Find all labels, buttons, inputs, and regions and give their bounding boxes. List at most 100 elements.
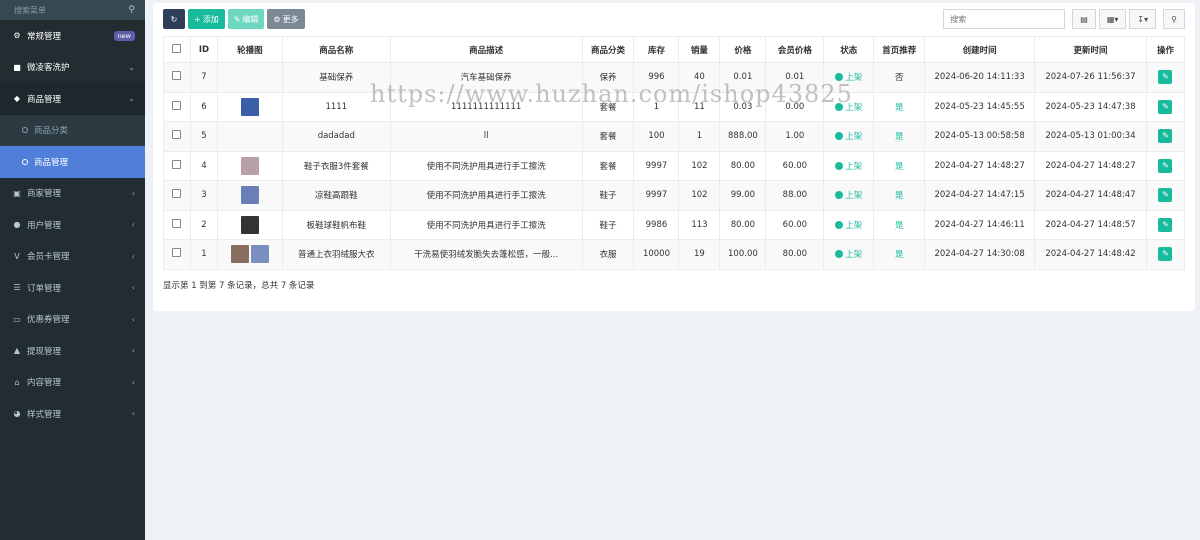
recommend-cell[interactable]: 是 bbox=[873, 150, 926, 181]
table-row[interactable]: 5 dadadad ll 套餐 100 1 888.00 1.00 上架 是 2024-05-13 … bbox=[163, 121, 1186, 152]
status-cell[interactable]: 上架 bbox=[823, 209, 875, 240]
recommend-cell[interactable]: 是 bbox=[873, 239, 926, 270]
thumbnail-image[interactable] bbox=[250, 245, 269, 264]
column-header[interactable]: 会员价格 bbox=[765, 36, 825, 63]
checkbox[interactable] bbox=[172, 248, 182, 258]
thumbnail-image[interactable] bbox=[230, 245, 249, 264]
operate-cell: ✎ bbox=[1145, 91, 1186, 122]
updated-cell: 2024-05-13 01:00:34 bbox=[1034, 121, 1147, 152]
edit-row-button[interactable]: ✎ bbox=[1158, 188, 1173, 203]
search-icon[interactable]: ⚲ bbox=[128, 5, 135, 15]
stock-cell: 9986 bbox=[633, 209, 680, 240]
row-select-cell[interactable] bbox=[163, 180, 191, 211]
checkbox[interactable] bbox=[172, 100, 182, 110]
status-label[interactable]: 上架 bbox=[845, 221, 862, 231]
edit-row-button[interactable]: ✎ bbox=[1158, 129, 1173, 144]
checkbox[interactable] bbox=[172, 159, 182, 169]
price-cell: 100.00 bbox=[719, 239, 767, 270]
row-select-cell[interactable] bbox=[163, 91, 191, 122]
toggle-view-button[interactable]: ▤ bbox=[1072, 9, 1096, 29]
sidebar-item-goods-manage[interactable]: 商品管理 bbox=[0, 146, 145, 178]
row-select-cell[interactable] bbox=[163, 121, 191, 152]
checkbox[interactable] bbox=[172, 189, 182, 199]
thumbnail-image[interactable] bbox=[240, 97, 259, 116]
table-row[interactable]: 2 板鞋球鞋帆布鞋 使用不同洗护用具进行手工擦洗 鞋子 9986 113 80.00 60.0… bbox=[163, 209, 1186, 240]
table-row[interactable]: 4 鞋子衣服3件套餐 使用不同洗护用具进行手工擦洗 套餐 9997 102 80.00 60.… bbox=[163, 150, 1186, 181]
status-cell[interactable]: 上架 bbox=[823, 150, 875, 181]
recommend-cell[interactable]: 是 bbox=[873, 121, 926, 152]
sidebar-item-goods-category[interactable]: 商品分类 bbox=[0, 115, 145, 147]
row-select-cell[interactable] bbox=[163, 62, 191, 93]
columns-button[interactable]: ▦▾ bbox=[1098, 9, 1127, 29]
add-button[interactable]: + 添加 bbox=[188, 9, 225, 29]
sidebar-item-label: 微凌客洗护 bbox=[27, 63, 70, 74]
checkbox[interactable] bbox=[172, 43, 182, 53]
column-header[interactable]: ID bbox=[189, 36, 218, 63]
recommend-label[interactable]: 是 bbox=[895, 162, 904, 172]
edit-button[interactable]: ✎ 编辑 bbox=[227, 9, 265, 29]
sidebar-item-order[interactable]: ☰ 订单管理 ‹ bbox=[0, 272, 145, 304]
sidebar-item-wash[interactable]: ■ 微凌客洗护 ⌄ bbox=[0, 52, 145, 84]
sidebar-item-general[interactable]: ⚙ 常规管理 new bbox=[0, 20, 145, 52]
column-header[interactable]: 更新时间 bbox=[1034, 36, 1147, 63]
sidebar-item-user[interactable]: ● 用户管理 ‹ bbox=[0, 209, 145, 241]
thumbnail-image[interactable] bbox=[240, 156, 259, 175]
sidebar-item-goods[interactable]: ◆ 商品管理 ⌄ bbox=[0, 83, 145, 115]
row-select-cell[interactable] bbox=[163, 209, 191, 240]
checkbox[interactable] bbox=[172, 71, 182, 81]
vip-price-cell: 88.00 bbox=[765, 180, 825, 211]
checkbox[interactable] bbox=[172, 130, 182, 140]
edit-row-button[interactable]: ✎ bbox=[1158, 99, 1173, 114]
sidebar-search-input[interactable]: 搜索菜单 bbox=[14, 5, 46, 16]
edit-row-button[interactable]: ✎ bbox=[1158, 247, 1173, 262]
edit-row-button[interactable]: ✎ bbox=[1158, 217, 1173, 232]
table-row[interactable]: 3 凉鞋高跟鞋 使用不同洗护用具进行手工擦洗 鞋子 9997 102 99.00 88.00 上… bbox=[163, 180, 1186, 211]
status-label[interactable]: 上架 bbox=[845, 132, 862, 142]
column-header[interactable]: 销量 bbox=[678, 36, 721, 63]
status-cell[interactable]: 上架 bbox=[823, 239, 875, 270]
export-button[interactable]: ↧▾ bbox=[1129, 9, 1157, 29]
bank-icon: ▣ bbox=[13, 188, 21, 198]
row-select-cell[interactable] bbox=[163, 150, 191, 181]
sidebar-item-coupon[interactable]: ▭ 优惠券管理 ‹ bbox=[0, 304, 145, 336]
edit-row-button[interactable]: ✎ bbox=[1158, 70, 1173, 85]
recommend-label[interactable]: 是 bbox=[895, 132, 904, 142]
sidebar-search[interactable]: 搜索菜单 ⚲ bbox=[0, 0, 145, 20]
sidebar-item-style[interactable]: ◕ 样式管理 ‹ bbox=[0, 398, 145, 430]
edit-row-button[interactable]: ✎ bbox=[1158, 158, 1173, 173]
sidebar-item-merchant[interactable]: ▣ 商家管理 ‹ bbox=[0, 178, 145, 210]
status-cell[interactable]: 上架 bbox=[823, 180, 875, 211]
column-header[interactable]: 价格 bbox=[719, 36, 767, 63]
recommend-label[interactable]: 是 bbox=[895, 221, 904, 231]
recommend-label[interactable]: 是 bbox=[895, 250, 904, 260]
refresh-button[interactable]: ↻ bbox=[163, 9, 185, 29]
status-cell[interactable]: 上架 bbox=[823, 121, 875, 152]
recommend-cell[interactable]: 是 bbox=[873, 209, 926, 240]
checkbox[interactable] bbox=[172, 218, 182, 228]
search-input[interactable] bbox=[943, 9, 1066, 29]
search-button[interactable]: ⚲ bbox=[1163, 9, 1185, 29]
sidebar-item-label: 商家管理 bbox=[27, 189, 62, 200]
recommend-label[interactable]: 是 bbox=[895, 103, 904, 113]
column-header[interactable]: 库存 bbox=[633, 36, 680, 63]
sidebar-item-label: 商品管理 bbox=[34, 157, 69, 168]
table-row[interactable]: 1 普通上衣羽绒服大衣 干洗易使羽绒发脆失去蓬松感，一般... 衣服 10000 19 10… bbox=[163, 239, 1186, 270]
sidebar-item-content[interactable]: ⌂ 内容管理 ‹ bbox=[0, 367, 145, 399]
select-all-checkbox[interactable] bbox=[163, 36, 191, 63]
status-label[interactable]: 上架 bbox=[845, 162, 862, 172]
recommend-label[interactable]: 否 bbox=[895, 73, 904, 83]
row-select-cell[interactable] bbox=[163, 239, 191, 270]
status-label[interactable]: 上架 bbox=[845, 250, 862, 260]
recommend-label[interactable]: 是 bbox=[895, 191, 904, 201]
more-button[interactable]: ⚙ 更多 bbox=[267, 9, 305, 29]
recommend-cell[interactable]: 是 bbox=[873, 91, 926, 122]
recommend-cell[interactable]: 否 bbox=[873, 62, 926, 93]
thumbnail-image[interactable] bbox=[240, 215, 259, 234]
sidebar-item-withdraw[interactable]: ▲ 提现管理 ‹ bbox=[0, 335, 145, 367]
status-label[interactable]: 上架 bbox=[845, 191, 862, 201]
thumbnail-image[interactable] bbox=[240, 186, 259, 205]
sidebar-item-vipcard[interactable]: V 会员卡管理 ‹ bbox=[0, 241, 145, 273]
column-header[interactable]: 创建时间 bbox=[924, 36, 1036, 63]
circle-icon bbox=[22, 158, 28, 165]
recommend-cell[interactable]: 是 bbox=[873, 180, 926, 211]
